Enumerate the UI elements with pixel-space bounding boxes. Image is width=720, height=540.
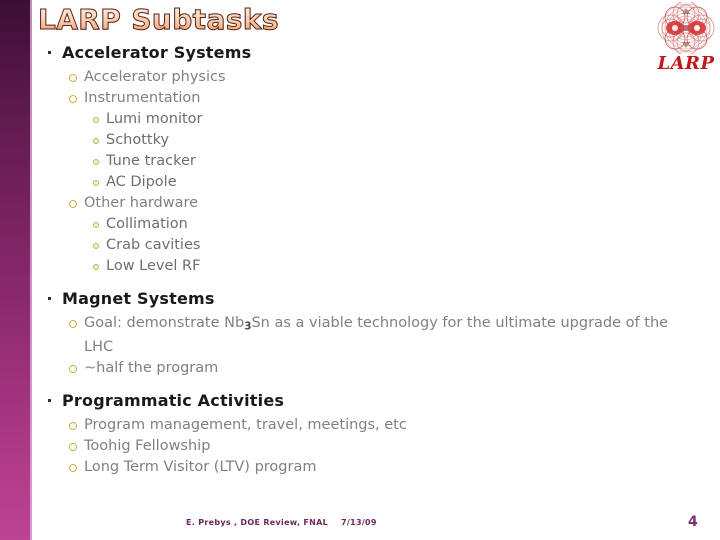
- heading-label: Magnet Systems: [62, 289, 215, 308]
- bullet-level2-icon: [62, 313, 84, 328]
- list-item-other-hardware: Other hardware: [36, 193, 696, 214]
- outline-content: Accelerator Systems Accelerator physics …: [36, 42, 696, 478]
- list-item-label: Crab cavities: [106, 237, 201, 253]
- goal-text-prefix: Goal: demonstrate Nb: [84, 315, 245, 331]
- footer-credit: E. Prebys , DOE Review, FNAL: [186, 518, 329, 527]
- list-item-accelerator-physics: Accelerator physics: [36, 67, 696, 88]
- list-item-label: Goal: demonstrate Nb3Sn as a viable tech…: [84, 313, 696, 358]
- bullet-level3-icon: [86, 214, 106, 228]
- list-item-half-the-program: ~half the program: [36, 358, 696, 379]
- bullet-level2-icon: [62, 88, 84, 103]
- list-item-label: ~half the program: [84, 360, 219, 377]
- bullet-level1-icon: [36, 288, 62, 300]
- list-item-magnet-goal: Goal: demonstrate Nb3Sn as a viable tech…: [36, 313, 696, 358]
- bullet-level1-icon: [36, 42, 62, 54]
- bullet-level3-icon: [86, 172, 106, 186]
- slide-footer: E. Prebys , DOE Review, FNAL 7/13/09 4: [0, 514, 720, 540]
- bullet-level2-icon: [62, 193, 84, 208]
- outline-heading-accelerator-systems: Accelerator Systems: [36, 42, 696, 63]
- page-title-container: LARP Subtasks: [38, 3, 280, 39]
- heading-label: Accelerator Systems: [62, 43, 252, 62]
- bullet-level3-icon: [86, 130, 106, 144]
- list-item-ac-dipole: AC Dipole: [36, 172, 696, 193]
- list-item-low-level-rf: Low Level RF: [36, 256, 696, 277]
- left-gradient-bar: [0, 0, 30, 540]
- list-item-label: Toohig Fellowship: [84, 438, 211, 455]
- left-bar-edge-line: [30, 0, 32, 540]
- list-item-collimation: Collimation: [36, 214, 696, 235]
- list-item-schottky: Schottky: [36, 130, 696, 151]
- list-item-toohig-fellowship: Toohig Fellowship: [36, 436, 696, 457]
- bullet-level2-icon: [62, 67, 84, 82]
- list-item-label: Tune tracker: [106, 153, 196, 169]
- list-item-label: AC Dipole: [106, 174, 177, 190]
- list-item-crab-cavities: Crab cavities: [36, 235, 696, 256]
- bullet-level2-icon: [62, 358, 84, 374]
- list-item-label: Schottky: [106, 132, 170, 148]
- bullet-level3-icon: [86, 109, 106, 123]
- bullet-level2-icon: [62, 415, 84, 431]
- bullet-level1-icon: [36, 390, 62, 403]
- bullet-level3-icon: [86, 256, 106, 270]
- list-item-label: Collimation: [106, 216, 188, 232]
- list-item-label: Other hardware: [84, 195, 199, 211]
- list-item-long-term-visitor: Long Term Visitor (LTV) program: [36, 457, 696, 478]
- list-item-label: Low Level RF: [106, 258, 201, 274]
- bullet-level2-icon: [62, 436, 84, 452]
- slide-canvas: LARP Subtasks LARP Accelerator Systems A…: [0, 0, 720, 540]
- list-item-label: Program management, travel, meetings, et…: [84, 417, 407, 434]
- list-item-label: Instrumentation: [84, 90, 201, 106]
- outline-heading-programmatic-activities: Programmatic Activities: [36, 390, 696, 411]
- page-title: LARP Subtasks: [38, 3, 280, 37]
- bullet-level2-icon: [62, 457, 84, 473]
- footer-date: 7/13/09: [341, 518, 377, 527]
- list-item-instrumentation: Instrumentation: [36, 88, 696, 109]
- page-number: 4: [688, 514, 698, 530]
- list-item-label: Lumi monitor: [106, 111, 203, 127]
- list-item-label: Accelerator physics: [84, 69, 226, 85]
- heading-label: Programmatic Activities: [62, 391, 285, 411]
- list-item-program-management: Program management, travel, meetings, et…: [36, 415, 696, 436]
- list-item-tune-tracker: Tune tracker: [36, 151, 696, 172]
- bullet-level3-icon: [86, 151, 106, 165]
- list-item-label: Long Term Visitor (LTV) program: [84, 459, 317, 476]
- bullet-level3-icon: [86, 235, 106, 249]
- list-item-lumi-monitor: Lumi monitor: [36, 109, 696, 130]
- outline-heading-magnet-systems: Magnet Systems: [36, 288, 696, 309]
